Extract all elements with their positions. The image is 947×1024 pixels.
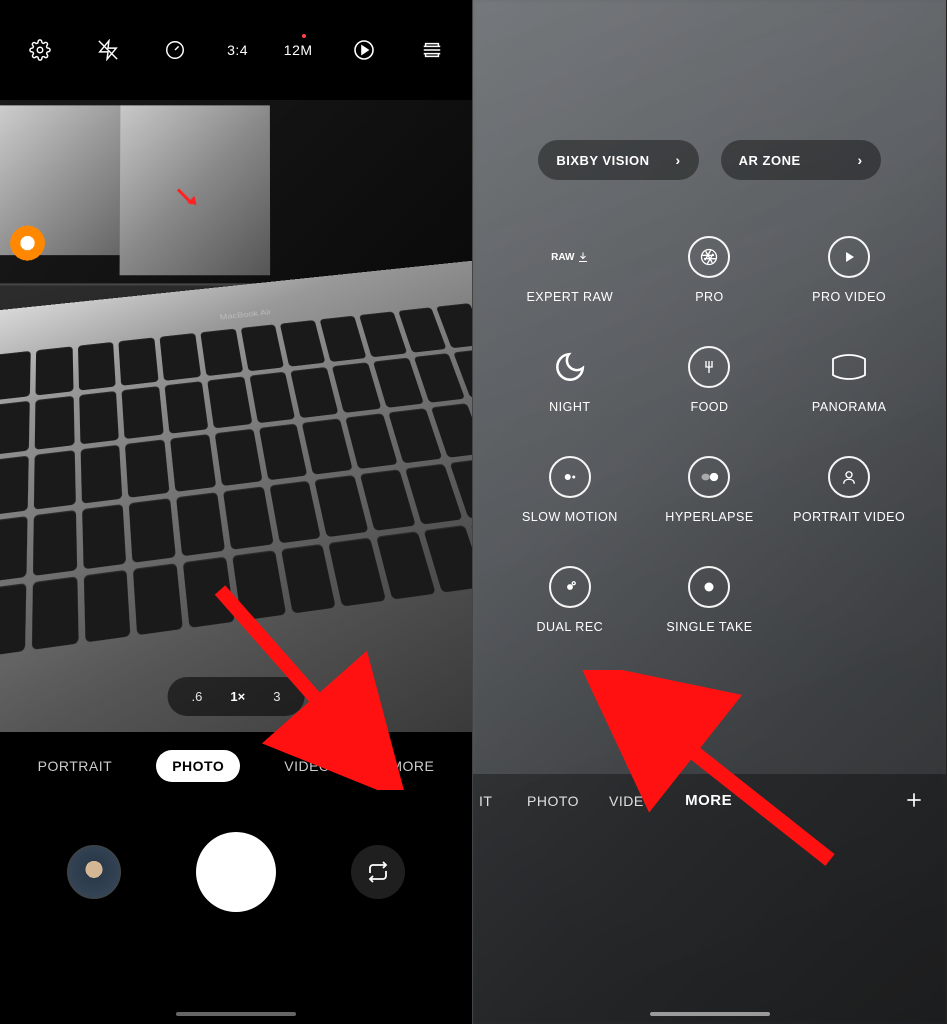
flash-off-icon [97,39,119,61]
plus-icon [904,790,924,810]
camera-mode-bar: PORTRAIT PHOTO VIDEO MORE [0,732,472,792]
settings-button[interactable] [24,39,56,61]
macbook-label: MacBook Air [219,308,272,321]
camera-screen-photo: 3:4 12M MacBook Air [0,0,473,1024]
tile-label: SINGLE TAKE [666,620,752,634]
bixby-vision-label: BIXBY VISION [556,153,649,168]
filters-button[interactable] [416,39,448,61]
ar-zone-label: AR ZONE [739,153,801,168]
bottom-bar: IT PHOTO VIDEO MORE [473,774,946,1024]
add-mode-button[interactable] [904,790,924,810]
annotation-ring [9,225,45,261]
motion-photo-button[interactable] [348,38,380,62]
play-circle-icon [840,248,858,266]
mode-more[interactable]: MORE [685,792,732,809]
tile-label: HYPERLAPSE [665,510,753,524]
camera-screen-more-modes: BIXBY VISION › AR ZONE › RAW EXPERT RAW … [473,0,946,1024]
viewfinder-content: MacBook Air [0,100,472,732]
camera-top-toolbar: 3:4 12M [0,0,472,100]
timer-icon [164,39,186,61]
mode-video[interactable]: VIDEO [268,750,346,782]
shutter-row [0,792,472,952]
tile-night[interactable]: NIGHT [505,346,635,414]
raw-icon: RAW [551,252,574,263]
motion-photo-icon [352,38,376,62]
portrait-video-icon [840,468,858,486]
tile-label: SLOW MOTION [522,510,618,524]
download-icon [577,251,589,263]
mode-photo[interactable]: PHOTO [156,750,240,782]
tile-panorama[interactable]: PANORAMA [784,346,914,414]
food-icon [700,358,718,376]
slow-motion-icon [561,468,579,486]
tile-pro[interactable]: PRO [645,236,775,304]
more-modes-grid: RAW EXPERT RAW PRO PRO VIDEO NIGHT FOOD … [473,180,946,634]
zoom-wide[interactable]: .6 [182,683,213,710]
switch-camera-button[interactable] [351,845,405,899]
tile-label: NIGHT [549,400,590,414]
tile-label: PRO VIDEO [812,290,886,304]
gear-icon [29,39,51,61]
tile-slow-motion[interactable]: SLOW MOTION [505,456,635,524]
tile-hyperlapse[interactable]: HYPERLAPSE [645,456,775,524]
resolution-button[interactable]: 12M [284,42,313,58]
single-take-icon [700,578,718,596]
tile-label: EXPERT RAW [526,290,613,304]
top-chips: BIXBY VISION › AR ZONE › [473,0,946,180]
tile-label: DUAL REC [536,620,603,634]
tile-food[interactable]: FOOD [645,346,775,414]
tile-pro-video[interactable]: PRO VIDEO [784,236,914,304]
panorama-icon [829,353,869,381]
ar-zone-button[interactable]: AR ZONE › [721,140,881,180]
camera-mode-bar: IT PHOTO VIDEO MORE [473,774,946,809]
aspect-ratio-button[interactable]: 3:4 [227,42,248,58]
shutter-button[interactable] [196,832,276,912]
filters-icon [421,39,443,61]
tile-label: PANORAMA [812,400,887,414]
aperture-icon [699,247,719,267]
home-indicator [650,1012,770,1016]
tile-single-take[interactable]: SINGLE TAKE [645,566,775,634]
moon-icon [553,350,587,384]
chevron-right-icon: › [676,152,681,168]
mode-portrait-partial[interactable]: IT [479,793,497,809]
flash-button[interactable] [92,39,124,61]
zoom-1x[interactable]: 1× [220,683,255,710]
mode-portrait[interactable]: PORTRAIT [22,750,129,782]
tile-label: PRO [695,290,724,304]
tile-label: PORTRAIT VIDEO [793,510,905,524]
home-indicator [176,1012,296,1016]
tile-portrait-video[interactable]: PORTRAIT VIDEO [784,456,914,524]
bixby-vision-button[interactable]: BIXBY VISION › [538,140,698,180]
timer-button[interactable] [159,39,191,61]
mode-photo[interactable]: PHOTO [527,793,579,809]
dual-rec-icon [561,578,579,596]
tile-dual-rec[interactable]: DUAL REC [505,566,635,634]
gallery-thumbnail[interactable] [67,845,121,899]
zoom-tele[interactable]: 3 [263,683,290,710]
mode-more[interactable]: MORE [374,750,450,782]
hyperlapse-icon [699,470,719,484]
mode-video[interactable]: VIDEO [609,793,655,809]
chevron-right-icon: › [858,152,863,168]
recording-indicator-dot [302,34,306,38]
annotation-arrow-small [175,185,199,209]
zoom-selector: .6 1× 3 [168,677,305,716]
switch-camera-icon [366,860,390,884]
tile-label: FOOD [690,400,728,414]
tile-expert-raw[interactable]: RAW EXPERT RAW [505,236,635,304]
camera-viewfinder[interactable]: MacBook Air .6 1× 3 [0,100,472,732]
